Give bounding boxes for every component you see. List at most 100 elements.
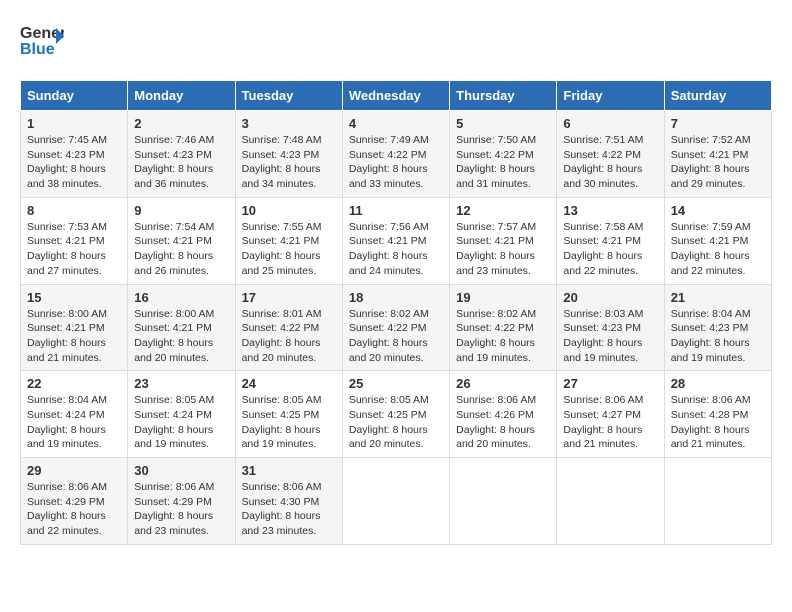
calendar-cell: 3 Sunrise: 7:48 AM Sunset: 4:23 PM Dayli…	[235, 111, 342, 198]
day-info: Sunrise: 8:06 AM Sunset: 4:30 PM Dayligh…	[242, 480, 336, 539]
calendar-cell: 12 Sunrise: 7:57 AM Sunset: 4:21 PM Dayl…	[450, 197, 557, 284]
day-info: Sunrise: 8:05 AM Sunset: 4:24 PM Dayligh…	[134, 393, 228, 452]
day-number: 17	[242, 290, 336, 305]
calendar-cell: 29 Sunrise: 8:06 AM Sunset: 4:29 PM Dayl…	[21, 458, 128, 545]
calendar-table: SundayMondayTuesdayWednesdayThursdayFrid…	[20, 80, 772, 545]
calendar-week-4: 22 Sunrise: 8:04 AM Sunset: 4:24 PM Dayl…	[21, 371, 772, 458]
day-number: 31	[242, 463, 336, 478]
column-header-friday: Friday	[557, 81, 664, 111]
column-header-wednesday: Wednesday	[342, 81, 449, 111]
day-number: 10	[242, 203, 336, 218]
calendar-cell: 17 Sunrise: 8:01 AM Sunset: 4:22 PM Dayl…	[235, 284, 342, 371]
day-number: 5	[456, 116, 550, 131]
calendar-cell: 11 Sunrise: 7:56 AM Sunset: 4:21 PM Dayl…	[342, 197, 449, 284]
calendar-cell: 7 Sunrise: 7:52 AM Sunset: 4:21 PM Dayli…	[664, 111, 771, 198]
day-info: Sunrise: 7:57 AM Sunset: 4:21 PM Dayligh…	[456, 220, 550, 279]
calendar-cell: 14 Sunrise: 7:59 AM Sunset: 4:21 PM Dayl…	[664, 197, 771, 284]
calendar-cell: 28 Sunrise: 8:06 AM Sunset: 4:28 PM Dayl…	[664, 371, 771, 458]
day-info: Sunrise: 7:59 AM Sunset: 4:21 PM Dayligh…	[671, 220, 765, 279]
day-number: 24	[242, 376, 336, 391]
day-number: 18	[349, 290, 443, 305]
day-number: 3	[242, 116, 336, 131]
logo-icon: General Blue	[20, 20, 64, 64]
day-info: Sunrise: 7:53 AM Sunset: 4:21 PM Dayligh…	[27, 220, 121, 279]
day-info: Sunrise: 8:05 AM Sunset: 4:25 PM Dayligh…	[242, 393, 336, 452]
calendar-cell: 8 Sunrise: 7:53 AM Sunset: 4:21 PM Dayli…	[21, 197, 128, 284]
calendar-cell: 13 Sunrise: 7:58 AM Sunset: 4:21 PM Dayl…	[557, 197, 664, 284]
day-number: 23	[134, 376, 228, 391]
day-info: Sunrise: 8:03 AM Sunset: 4:23 PM Dayligh…	[563, 307, 657, 366]
day-number: 4	[349, 116, 443, 131]
day-number: 22	[27, 376, 121, 391]
day-info: Sunrise: 8:00 AM Sunset: 4:21 PM Dayligh…	[134, 307, 228, 366]
day-number: 29	[27, 463, 121, 478]
day-info: Sunrise: 7:46 AM Sunset: 4:23 PM Dayligh…	[134, 133, 228, 192]
day-number: 6	[563, 116, 657, 131]
day-info: Sunrise: 7:45 AM Sunset: 4:23 PM Dayligh…	[27, 133, 121, 192]
day-number: 30	[134, 463, 228, 478]
day-info: Sunrise: 8:06 AM Sunset: 4:29 PM Dayligh…	[134, 480, 228, 539]
day-info: Sunrise: 8:01 AM Sunset: 4:22 PM Dayligh…	[242, 307, 336, 366]
logo: General Blue	[20, 20, 68, 64]
day-info: Sunrise: 8:06 AM Sunset: 4:28 PM Dayligh…	[671, 393, 765, 452]
calendar-cell	[664, 458, 771, 545]
column-header-sunday: Sunday	[21, 81, 128, 111]
calendar-cell	[450, 458, 557, 545]
svg-text:Blue: Blue	[20, 41, 55, 58]
day-info: Sunrise: 7:56 AM Sunset: 4:21 PM Dayligh…	[349, 220, 443, 279]
calendar-cell: 20 Sunrise: 8:03 AM Sunset: 4:23 PM Dayl…	[557, 284, 664, 371]
calendar-cell	[557, 458, 664, 545]
day-number: 2	[134, 116, 228, 131]
calendar-cell: 6 Sunrise: 7:51 AM Sunset: 4:22 PM Dayli…	[557, 111, 664, 198]
day-number: 7	[671, 116, 765, 131]
day-number: 20	[563, 290, 657, 305]
calendar-cell: 18 Sunrise: 8:02 AM Sunset: 4:22 PM Dayl…	[342, 284, 449, 371]
day-number: 11	[349, 203, 443, 218]
calendar-week-5: 29 Sunrise: 8:06 AM Sunset: 4:29 PM Dayl…	[21, 458, 772, 545]
day-number: 8	[27, 203, 121, 218]
day-info: Sunrise: 7:55 AM Sunset: 4:21 PM Dayligh…	[242, 220, 336, 279]
calendar-cell	[342, 458, 449, 545]
column-header-saturday: Saturday	[664, 81, 771, 111]
day-number: 12	[456, 203, 550, 218]
calendar-cell: 25 Sunrise: 8:05 AM Sunset: 4:25 PM Dayl…	[342, 371, 449, 458]
calendar-cell: 4 Sunrise: 7:49 AM Sunset: 4:22 PM Dayli…	[342, 111, 449, 198]
day-number: 21	[671, 290, 765, 305]
day-info: Sunrise: 7:51 AM Sunset: 4:22 PM Dayligh…	[563, 133, 657, 192]
column-header-monday: Monday	[128, 81, 235, 111]
calendar-cell: 27 Sunrise: 8:06 AM Sunset: 4:27 PM Dayl…	[557, 371, 664, 458]
day-info: Sunrise: 7:52 AM Sunset: 4:21 PM Dayligh…	[671, 133, 765, 192]
day-number: 27	[563, 376, 657, 391]
day-info: Sunrise: 8:00 AM Sunset: 4:21 PM Dayligh…	[27, 307, 121, 366]
calendar-cell: 5 Sunrise: 7:50 AM Sunset: 4:22 PM Dayli…	[450, 111, 557, 198]
day-info: Sunrise: 8:02 AM Sunset: 4:22 PM Dayligh…	[456, 307, 550, 366]
calendar-cell: 19 Sunrise: 8:02 AM Sunset: 4:22 PM Dayl…	[450, 284, 557, 371]
calendar-cell: 9 Sunrise: 7:54 AM Sunset: 4:21 PM Dayli…	[128, 197, 235, 284]
day-info: Sunrise: 8:06 AM Sunset: 4:26 PM Dayligh…	[456, 393, 550, 452]
day-number: 15	[27, 290, 121, 305]
day-number: 1	[27, 116, 121, 131]
calendar-cell: 26 Sunrise: 8:06 AM Sunset: 4:26 PM Dayl…	[450, 371, 557, 458]
day-info: Sunrise: 8:06 AM Sunset: 4:27 PM Dayligh…	[563, 393, 657, 452]
day-info: Sunrise: 8:02 AM Sunset: 4:22 PM Dayligh…	[349, 307, 443, 366]
day-info: Sunrise: 7:50 AM Sunset: 4:22 PM Dayligh…	[456, 133, 550, 192]
calendar-week-2: 8 Sunrise: 7:53 AM Sunset: 4:21 PM Dayli…	[21, 197, 772, 284]
calendar-cell: 22 Sunrise: 8:04 AM Sunset: 4:24 PM Dayl…	[21, 371, 128, 458]
day-number: 9	[134, 203, 228, 218]
day-number: 25	[349, 376, 443, 391]
day-number: 26	[456, 376, 550, 391]
calendar-cell: 21 Sunrise: 8:04 AM Sunset: 4:23 PM Dayl…	[664, 284, 771, 371]
calendar-cell: 23 Sunrise: 8:05 AM Sunset: 4:24 PM Dayl…	[128, 371, 235, 458]
calendar-cell: 10 Sunrise: 7:55 AM Sunset: 4:21 PM Dayl…	[235, 197, 342, 284]
calendar-cell: 16 Sunrise: 8:00 AM Sunset: 4:21 PM Dayl…	[128, 284, 235, 371]
day-info: Sunrise: 8:05 AM Sunset: 4:25 PM Dayligh…	[349, 393, 443, 452]
calendar-header: SundayMondayTuesdayWednesdayThursdayFrid…	[21, 81, 772, 111]
day-number: 28	[671, 376, 765, 391]
day-info: Sunrise: 7:48 AM Sunset: 4:23 PM Dayligh…	[242, 133, 336, 192]
day-number: 16	[134, 290, 228, 305]
calendar-cell: 2 Sunrise: 7:46 AM Sunset: 4:23 PM Dayli…	[128, 111, 235, 198]
calendar-week-1: 1 Sunrise: 7:45 AM Sunset: 4:23 PM Dayli…	[21, 111, 772, 198]
calendar-cell: 24 Sunrise: 8:05 AM Sunset: 4:25 PM Dayl…	[235, 371, 342, 458]
day-info: Sunrise: 7:54 AM Sunset: 4:21 PM Dayligh…	[134, 220, 228, 279]
day-info: Sunrise: 7:49 AM Sunset: 4:22 PM Dayligh…	[349, 133, 443, 192]
